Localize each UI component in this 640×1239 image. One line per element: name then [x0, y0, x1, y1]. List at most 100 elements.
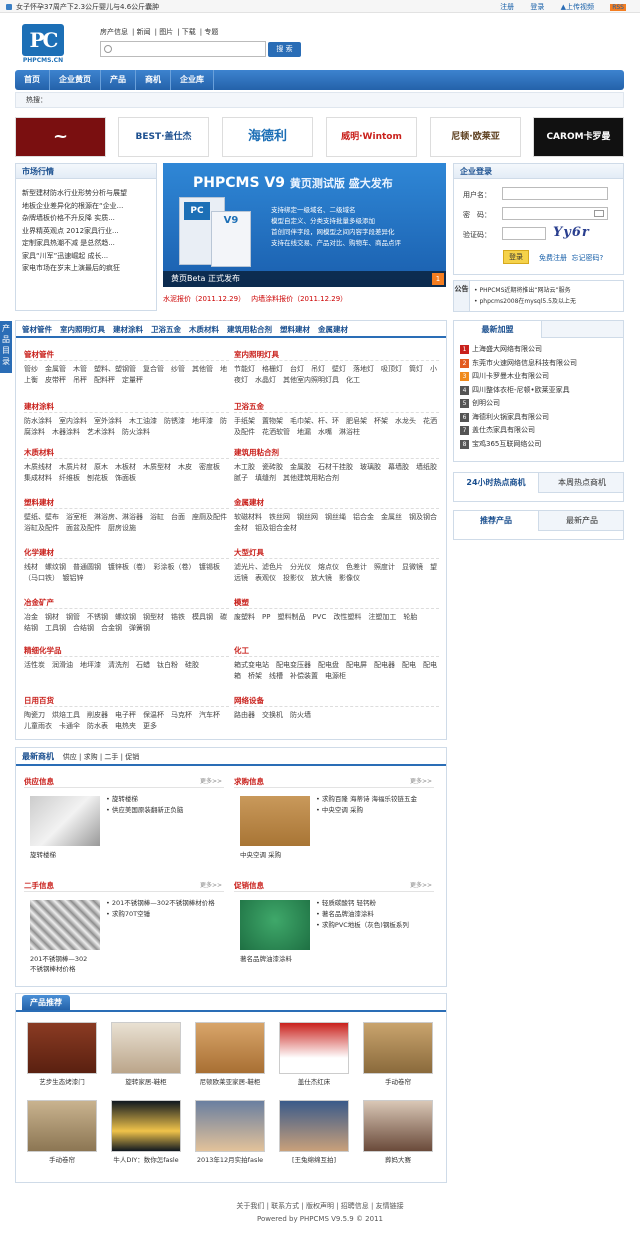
product-item[interactable]: 旋转家居-鞋柜 [108, 1022, 184, 1087]
category-items[interactable]: 木工胶 瓷砖胶 金属胶 石材干挂胶 玻璃胶 幕墙胶 墙纸胶 腻子 填缝剂 其他建… [234, 462, 444, 484]
product-image[interactable] [111, 1022, 181, 1074]
list-item[interactable]: • 轻质碳酸钙 轻钙粉 [316, 898, 409, 909]
product-name[interactable]: 艺步生态烤漆门 [24, 1077, 100, 1087]
banner-haideli[interactable]: 海德利 [222, 117, 313, 157]
category-items[interactable]: 手纸架 置物架 毛巾架、杆、环 肥皂架 杯架 水龙头 花洒及配件 花洒软管 地漏… [234, 416, 439, 438]
more-link[interactable]: 更多>> [200, 776, 222, 785]
category-title[interactable]: 日用百货 [24, 695, 229, 707]
list-item[interactable]: 7 盖仕杰家具有限公司 [460, 424, 617, 438]
product-item[interactable]: 2013年12月实拍fasle [192, 1100, 268, 1165]
nav-yellow-pages[interactable]: 企业黄页 [50, 70, 101, 90]
list-item[interactable]: 业界精英观点 2012家具行业... [22, 225, 150, 238]
product-name[interactable]: 手动卷帘 [24, 1155, 100, 1165]
category-title[interactable]: 管材管件 [24, 349, 229, 361]
captcha-image[interactable]: Yy6r [553, 225, 605, 242]
category-items[interactable]: 节能灯 格栅灯 台灯 吊灯 壁灯 落地灯 吸顶灯 筒灯 小夜灯 水晶灯 其他室内… [234, 364, 439, 386]
list-item[interactable]: 4 四川整体衣柜-尼顿•欧莱亚家具 [460, 384, 617, 398]
supply-caption[interactable]: 旋转楼梯 [30, 850, 56, 860]
product-image[interactable] [279, 1100, 349, 1152]
category-title[interactable]: 冶金矿产 [24, 597, 229, 609]
forgot-password-link[interactable]: 忘记密码? [571, 254, 603, 262]
cat-tab[interactable]: 木质材料 [189, 325, 219, 334]
tab-24h-hot[interactable]: 24小时热点商机 [454, 473, 539, 493]
list-item[interactable]: • 201不锈钢棒—302不锈钢棒材价格 [106, 898, 215, 909]
promo-title[interactable]: 促销信息 [234, 880, 434, 892]
cat-tab[interactable]: 管材管件 [22, 325, 52, 334]
list-item[interactable]: 5 创明公司 [460, 397, 617, 411]
product-item[interactable]: 葬妈大赛 [360, 1100, 436, 1165]
cat-tab[interactable]: 建材涂料 [113, 325, 143, 334]
product-item[interactable]: 盖仕杰红床 [276, 1022, 352, 1087]
product-image[interactable] [363, 1100, 433, 1152]
second-hand-caption[interactable]: 201不锈钢棒—302 不锈钢棒材价格 [30, 954, 87, 974]
banner-carom[interactable]: CAROM卡罗曼 [533, 117, 624, 157]
tab-promo[interactable]: 促销 [125, 753, 139, 761]
list-item[interactable]: 新型建材防水行业形势分析与展望 [22, 187, 150, 200]
list-item[interactable]: • 求购70T空锤 [106, 909, 215, 920]
username-input[interactable] [502, 187, 608, 200]
featured-slide[interactable]: PHPCMS V9 黄页测试版 盛大发布 PC V9 支持绑定一级域名、二级域名… [163, 163, 446, 287]
category-items[interactable]: 废塑料 PP 塑料制品 PVC 改性塑料 注塑加工 轮胎 [234, 612, 439, 623]
category-title[interactable]: 化工 [234, 645, 439, 657]
product-image[interactable] [195, 1022, 265, 1074]
list-item[interactable]: 6 海德利火锅家具有限公司 [460, 411, 617, 425]
category-items[interactable]: 路由器 交换机 防火墙 [234, 710, 439, 721]
banner-nidun[interactable]: 尼顿·欧莱亚 [430, 117, 521, 157]
product-item[interactable]: 牛人DIY：数你怎fasle [108, 1100, 184, 1165]
category-title[interactable]: 精细化学品 [24, 645, 229, 657]
category-title[interactable]: 化学建材 [24, 547, 229, 559]
product-item[interactable]: 手动卷帘 [24, 1100, 100, 1165]
password-input[interactable] [502, 207, 608, 220]
list-item[interactable]: 家具“川军”迅速崛起 成长... [22, 250, 150, 263]
list-item[interactable]: 地板企业差异化的根源在“企业... [22, 200, 150, 213]
category-items[interactable]: 冶金 钢材 钢管 不锈钢 螺纹钢 钢型材 锆铁 模具钢 碳结钢 工具钢 合结钢 … [24, 612, 229, 634]
product-name[interactable]: 手动卷帘 [360, 1077, 436, 1087]
cat-tab[interactable]: 塑料建材 [280, 325, 310, 334]
rss-icon[interactable]: RSS [610, 4, 626, 11]
product-name[interactable]: 牛人DIY：数你怎fasle [108, 1155, 184, 1165]
category-items[interactable]: 陶瓷刀 烘焙工具 削皮器 电子秤 保温杯 马克杯 汽车杯 儿童雨衣 卡通伞 防水… [24, 710, 229, 732]
category-items[interactable]: 箱式变电站 配电变压器 配电盘 配电屏 配电器 配电 配电箱 桥架 线槽 补偿装… [234, 660, 439, 682]
list-item[interactable]: 家电市场在岁末上演最后的疯狂 [22, 262, 150, 275]
list-item[interactable]: 1 上海盛大网络有限公司 [460, 343, 617, 357]
list-item[interactable]: • 求购PVC地板（灰色)钢板系列 [316, 920, 409, 931]
buy-image[interactable] [240, 796, 310, 846]
login-link[interactable]: 登录 [530, 3, 544, 11]
product-name[interactable]: 葬妈大赛 [360, 1155, 436, 1165]
product-name[interactable]: 盖仕杰红床 [276, 1077, 352, 1087]
channel-special[interactable]: 专题 [204, 28, 218, 36]
channel-pics[interactable]: 图片 [159, 28, 173, 36]
product-image[interactable] [195, 1100, 265, 1152]
promo-image[interactable] [240, 900, 310, 950]
list-item[interactable]: • 求购百隆 海蒂诗 海福乐铰链五金 [316, 794, 417, 805]
list-item[interactable]: 2 东莞市火速网络信息科技有限公司 [460, 357, 617, 371]
more-link[interactable]: 更多>> [200, 880, 222, 889]
product-image[interactable] [279, 1022, 349, 1074]
category-items[interactable]: 壁纸、壁布 浴室柜 淋浴房、淋浴器 浴缸 台面 座厕及配件 浴缸及配件 面盆及配… [24, 512, 234, 534]
buy-caption[interactable]: 中央空调 采购 [240, 850, 281, 860]
cat-tab[interactable]: 建筑用粘合剂 [227, 325, 272, 334]
category-title[interactable]: 大型灯具 [234, 547, 439, 559]
product-item[interactable]: 尼顿欧莱亚家居-鞋柜 [192, 1022, 268, 1087]
keyboard-icon[interactable] [594, 210, 604, 217]
cat-tab[interactable]: 金属建材 [318, 325, 348, 334]
top-news[interactable]: 女子怀孕37周产下2.3公斤婴儿与4.6公斤囊肿 [6, 2, 159, 12]
second-hand-title[interactable]: 二手信息 [24, 880, 224, 892]
product-name[interactable]: [王兔绵绵互拍] [276, 1155, 352, 1165]
search-input[interactable] [100, 41, 266, 57]
product-item[interactable]: 手动卷帘 [360, 1022, 436, 1087]
notice-item[interactable]: • phpcms2008在mysql5.5及以上无 [474, 297, 576, 307]
nav-products[interactable]: 产品 [101, 70, 136, 90]
tab-supply[interactable]: 供应 [63, 753, 77, 761]
category-title[interactable]: 卫浴五金 [234, 401, 439, 413]
slide-page-number[interactable]: 1 [432, 273, 444, 285]
free-register-link[interactable]: 免费注册 [539, 254, 567, 262]
list-item[interactable]: 3 四川卡罗曼木业有限公司 [460, 370, 617, 384]
product-name[interactable]: 尼顿欧莱亚家居-鞋柜 [192, 1077, 268, 1087]
product-name[interactable]: 旋转家居-鞋柜 [108, 1077, 184, 1087]
banner-1[interactable]: ~ [15, 117, 106, 157]
upload-video-link[interactable]: ▲上传视频 [561, 3, 594, 11]
list-item[interactable]: • 供应美国原装翻新正负脑 [106, 805, 183, 816]
supply-image[interactable] [30, 796, 100, 846]
category-title[interactable]: 金属建材 [234, 497, 439, 509]
